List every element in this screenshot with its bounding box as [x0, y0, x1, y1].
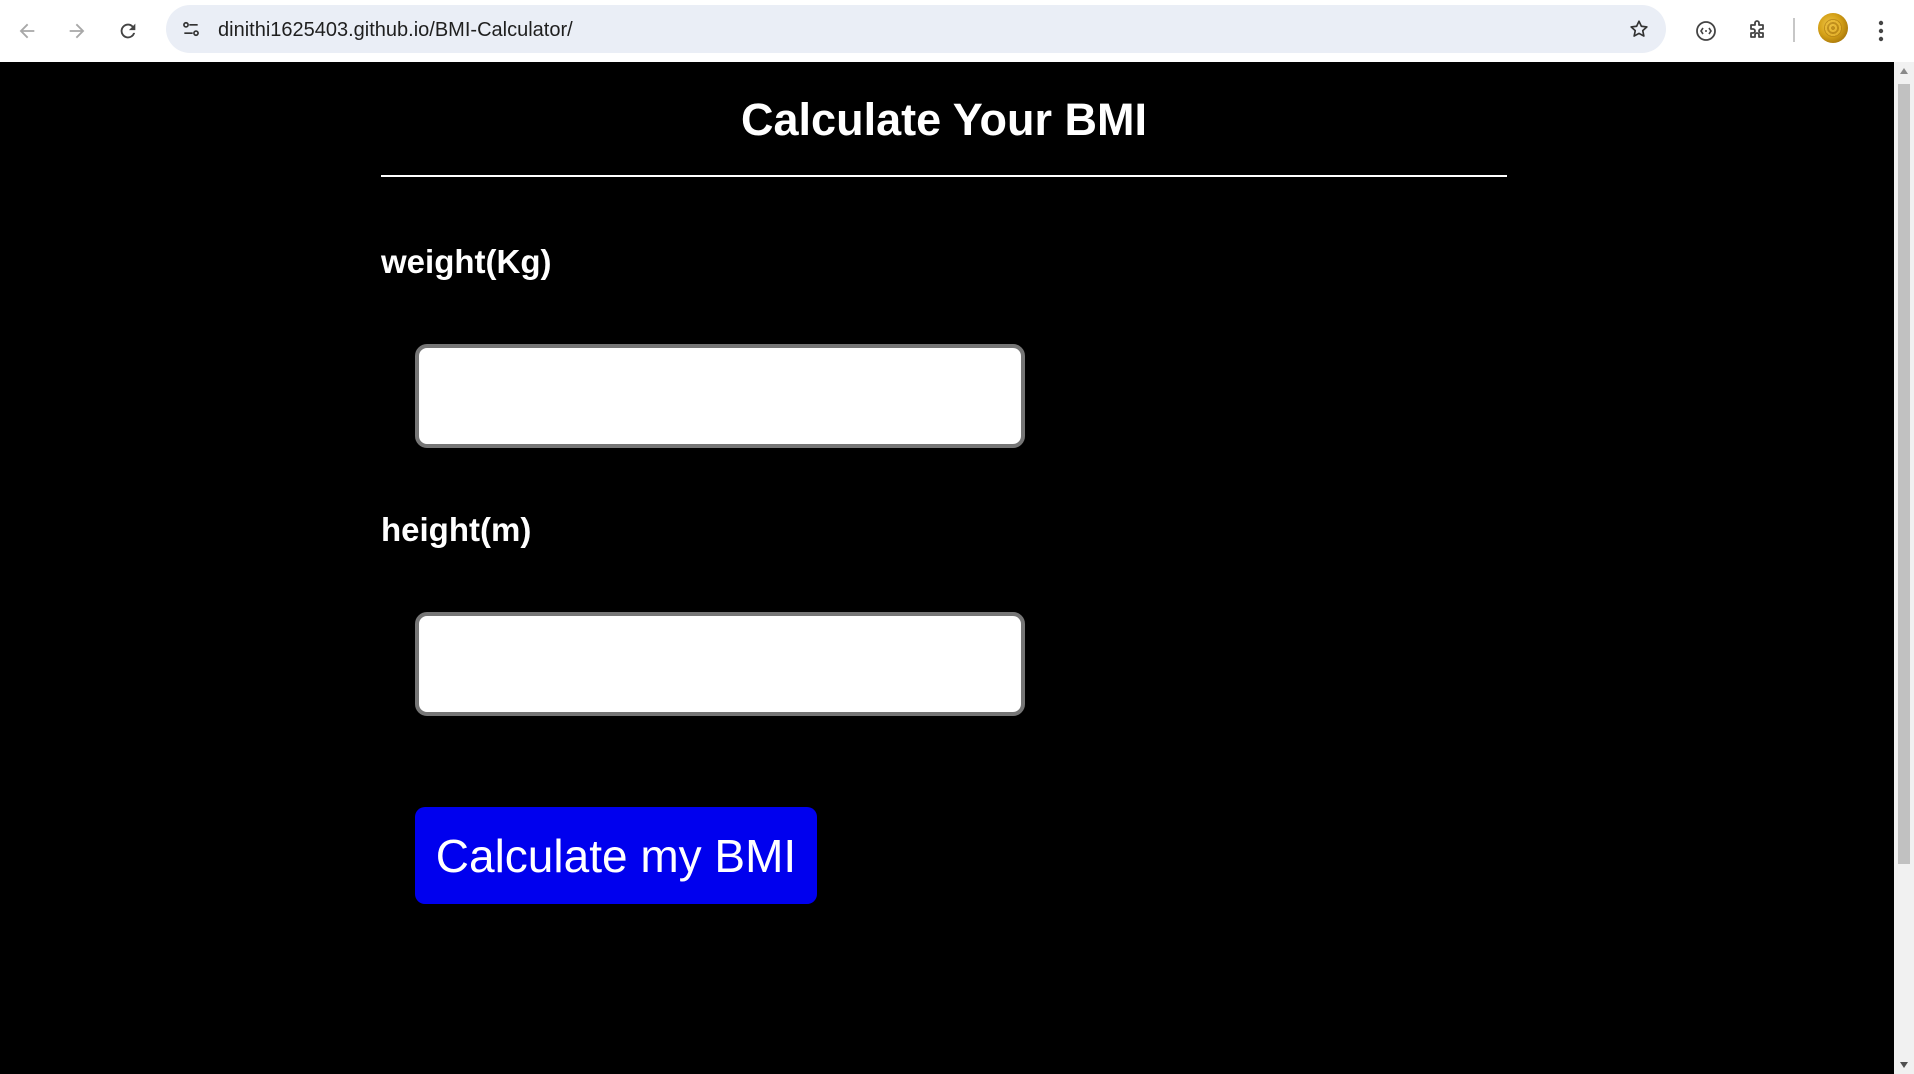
url-text[interactable]: dinithi1625403.github.io/BMI-Calculator/	[218, 19, 573, 42]
media-router-icon	[1696, 21, 1716, 41]
address-bar[interactable]: dinithi1625403.github.io/BMI-Calculator/	[166, 5, 1666, 53]
scroll-down-arrow-icon[interactable]	[1894, 1056, 1914, 1074]
height-input[interactable]	[415, 612, 1025, 716]
browser-menu-button[interactable]	[1866, 12, 1896, 50]
kebab-menu-icon	[1878, 20, 1884, 42]
bookmark-button[interactable]	[1624, 14, 1654, 44]
toolbar-separator	[1793, 18, 1795, 42]
reload-button[interactable]	[109, 12, 147, 50]
profile-avatar[interactable]	[1818, 13, 1848, 43]
title-divider	[381, 175, 1507, 177]
forward-button[interactable]	[58, 12, 96, 50]
media-router-button[interactable]	[1687, 12, 1725, 50]
extensions-button[interactable]	[1738, 12, 1776, 50]
calculate-bmi-button[interactable]: Calculate my BMI	[415, 807, 817, 904]
site-info-button[interactable]	[176, 14, 206, 44]
height-label: height(m)	[381, 511, 532, 548]
back-button[interactable]	[8, 12, 46, 50]
scrollbar-thumb[interactable]	[1898, 84, 1910, 864]
back-arrow-icon	[19, 23, 35, 39]
site-settings-icon	[183, 21, 199, 37]
page-title: Calculate Your BMI	[741, 94, 1147, 145]
browser-toolbar: dinithi1625403.github.io/BMI-Calculator/	[0, 0, 1914, 62]
star-icon	[1630, 20, 1648, 37]
page-body: Calculate Your BMI weight(Kg) height(m) …	[0, 62, 1894, 1074]
scroll-up-arrow-icon[interactable]	[1894, 62, 1914, 80]
weight-label: weight(Kg)	[381, 243, 552, 280]
puzzle-icon	[1750, 20, 1764, 38]
reload-icon	[120, 23, 136, 39]
forward-arrow-icon	[69, 23, 85, 39]
weight-input[interactable]	[415, 344, 1025, 448]
vertical-scrollbar[interactable]	[1894, 62, 1914, 1074]
